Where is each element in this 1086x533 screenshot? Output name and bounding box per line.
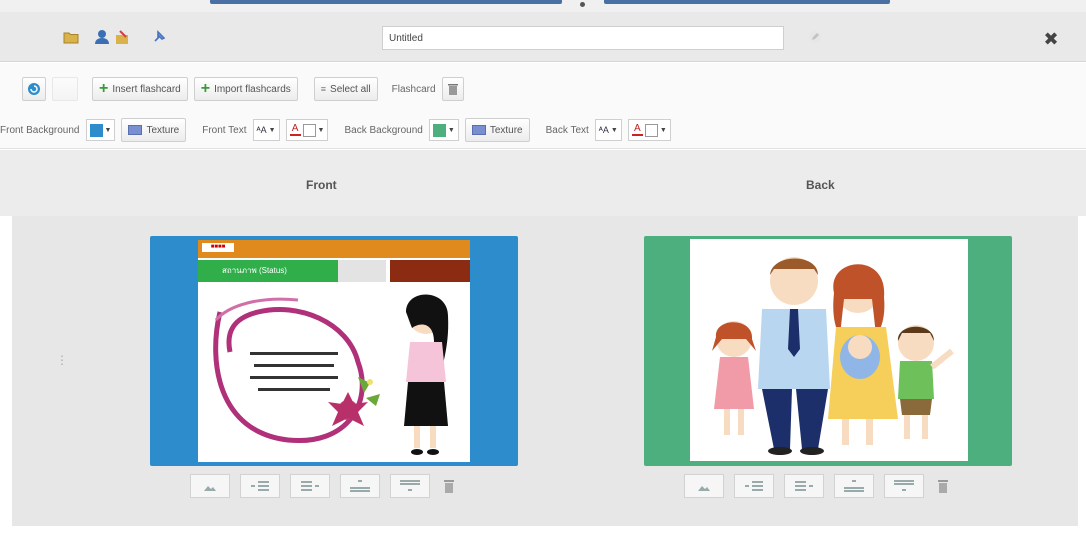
align-left-button[interactable] xyxy=(734,474,774,498)
insert-flashcard-button[interactable]: + Insert flashcard xyxy=(92,77,188,101)
pin-icon xyxy=(154,30,166,42)
import-flashcards-button[interactable]: + Import flashcards xyxy=(193,77,298,101)
align-top-button[interactable] xyxy=(884,474,924,498)
back-font-size-button[interactable]: ᴬA ▼ xyxy=(594,119,622,141)
font-color-icon: A xyxy=(631,124,643,136)
delete-front-button[interactable] xyxy=(440,474,458,498)
status-label: สถานภาพ (Status) xyxy=(198,260,338,282)
front-column-header: Front xyxy=(306,178,337,192)
caret-down-icon: ▼ xyxy=(268,126,276,134)
back-card-tools xyxy=(684,473,952,499)
front-slide-image: ■■■■ สถานภาพ (Status) xyxy=(198,240,470,462)
flashcard-toolbar: + Insert flashcard + Import flashcards ≡… xyxy=(0,63,1086,149)
flashcard-label: Flashcard xyxy=(391,83,436,95)
trash-icon xyxy=(444,480,454,493)
flashcard-title-input[interactable] xyxy=(382,26,784,50)
scroll-indicator xyxy=(604,0,890,4)
plus-icon: + xyxy=(200,80,211,97)
back-background-color-button[interactable]: ▼ xyxy=(428,119,459,141)
align-bottom-icon xyxy=(844,480,864,492)
front-font-color-button[interactable]: A ▼ xyxy=(285,119,329,141)
align-left-icon xyxy=(745,481,763,491)
folder-icon xyxy=(63,32,79,44)
family-illustration xyxy=(712,257,954,455)
back-font-color-button[interactable]: A ▼ xyxy=(627,119,671,141)
color-swatch xyxy=(302,123,316,137)
separator-dot xyxy=(580,2,585,7)
align-left-icon xyxy=(251,481,269,491)
color-swatch xyxy=(432,123,446,137)
align-right-button[interactable] xyxy=(784,474,824,498)
folder-button[interactable] xyxy=(60,24,82,50)
caret-down-icon: ▼ xyxy=(104,126,112,134)
users-button[interactable] xyxy=(92,24,136,50)
back-slide-image xyxy=(690,239,968,461)
trash-icon xyxy=(447,84,458,95)
back-background-label: Back Background xyxy=(344,124,423,136)
front-text-label: Front Text xyxy=(202,124,247,136)
delete-flashcard-button[interactable] xyxy=(441,77,464,101)
close-button[interactable]: ✖ xyxy=(1040,28,1062,50)
pin-button[interactable] xyxy=(148,24,170,50)
image-align-icon xyxy=(204,486,216,491)
scroll-indicator xyxy=(210,0,562,4)
plus-icon: + xyxy=(99,80,109,97)
texture-icon xyxy=(128,125,143,135)
list-icon: ≡ xyxy=(320,84,327,94)
align-right-button[interactable] xyxy=(290,474,330,498)
column-headers: Front Back xyxy=(0,150,1086,216)
flashcard-front[interactable]: ■■■■ สถานภาพ (Status) xyxy=(150,236,518,466)
drag-handle-icon[interactable]: ⋮ xyxy=(56,354,68,366)
disabled-button[interactable] xyxy=(52,77,78,101)
font-size-icon: ᴬA xyxy=(598,125,609,135)
align-right-icon xyxy=(795,481,813,491)
editor-header: ✖ xyxy=(0,12,1086,62)
window-top-strip xyxy=(0,0,1086,12)
edit-icon xyxy=(809,31,821,43)
align-top-icon xyxy=(894,480,914,491)
front-texture-button[interactable]: Texture xyxy=(121,118,187,142)
edit-title-button[interactable] xyxy=(802,24,828,50)
image-align-button[interactable] xyxy=(684,474,724,498)
caret-down-icon: ▼ xyxy=(610,126,618,134)
align-bottom-button[interactable] xyxy=(340,474,380,498)
delete-back-button[interactable] xyxy=(934,474,952,498)
trash-icon xyxy=(938,480,948,493)
slide-illustration xyxy=(213,294,449,455)
close-icon: ✖ xyxy=(1043,28,1059,49)
image-align-button[interactable] xyxy=(190,474,230,498)
caret-down-icon: ▼ xyxy=(659,126,667,134)
users-icon xyxy=(95,30,128,44)
refresh-button[interactable] xyxy=(22,77,46,101)
select-all-button[interactable]: ≡ Select all xyxy=(313,77,378,101)
font-color-icon: A xyxy=(289,124,301,136)
align-right-icon xyxy=(301,481,319,491)
color-swatch xyxy=(644,123,658,137)
align-bottom-button[interactable] xyxy=(834,474,874,498)
front-card-tools xyxy=(190,473,458,499)
color-swatch xyxy=(89,123,103,137)
refresh-icon xyxy=(28,83,40,95)
align-top-icon xyxy=(400,480,420,491)
slide-tag: ■■■■ xyxy=(202,243,234,252)
image-align-icon xyxy=(698,486,710,491)
back-texture-button[interactable]: Texture xyxy=(464,118,530,142)
back-column-header: Back xyxy=(806,178,835,192)
back-text-label: Back Text xyxy=(545,124,589,136)
front-font-size-button[interactable]: ᴬA ▼ xyxy=(252,119,280,141)
caret-down-icon: ▼ xyxy=(447,126,455,134)
align-left-button[interactable] xyxy=(240,474,280,498)
flashcard-back[interactable] xyxy=(644,236,1012,466)
flashcard-list: ⋮ ■■■■ สถานภาพ (Status) xyxy=(12,216,1078,526)
front-background-color-button[interactable]: ▼ xyxy=(85,119,116,141)
font-size-icon: ᴬA xyxy=(256,125,267,135)
align-bottom-icon xyxy=(350,480,370,492)
texture-icon xyxy=(471,125,486,135)
front-background-label: Front Background xyxy=(0,124,80,136)
logo xyxy=(390,260,470,282)
caret-down-icon: ▼ xyxy=(317,126,325,134)
align-top-button[interactable] xyxy=(390,474,430,498)
